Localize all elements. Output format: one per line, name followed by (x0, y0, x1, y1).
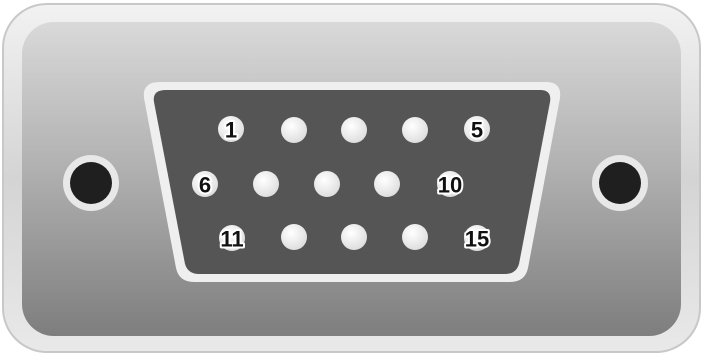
pin-7 (253, 171, 279, 197)
pin-label-10: 10 (438, 173, 462, 198)
left-screw (63, 155, 119, 211)
pin-label-11: 11 (220, 227, 243, 252)
pin-3 (341, 117, 367, 143)
pin-14 (402, 224, 428, 250)
pin-4 (402, 117, 428, 143)
pin-label-5: 5 (471, 118, 483, 143)
pin-label-6: 6 (199, 173, 211, 198)
pin-label-1: 1 (225, 118, 237, 143)
right-screw (592, 155, 648, 211)
pin-12 (281, 224, 307, 250)
pin-2 (281, 117, 307, 143)
pin-8 (314, 171, 340, 197)
pin-13 (341, 224, 367, 250)
vga-connector-diagram: 1 5 6 10 11 15 (0, 0, 703, 356)
pin-label-15: 15 (465, 227, 489, 252)
vga-connector-svg: 1 5 6 10 11 15 (2, 3, 701, 353)
pin-9 (374, 171, 400, 197)
